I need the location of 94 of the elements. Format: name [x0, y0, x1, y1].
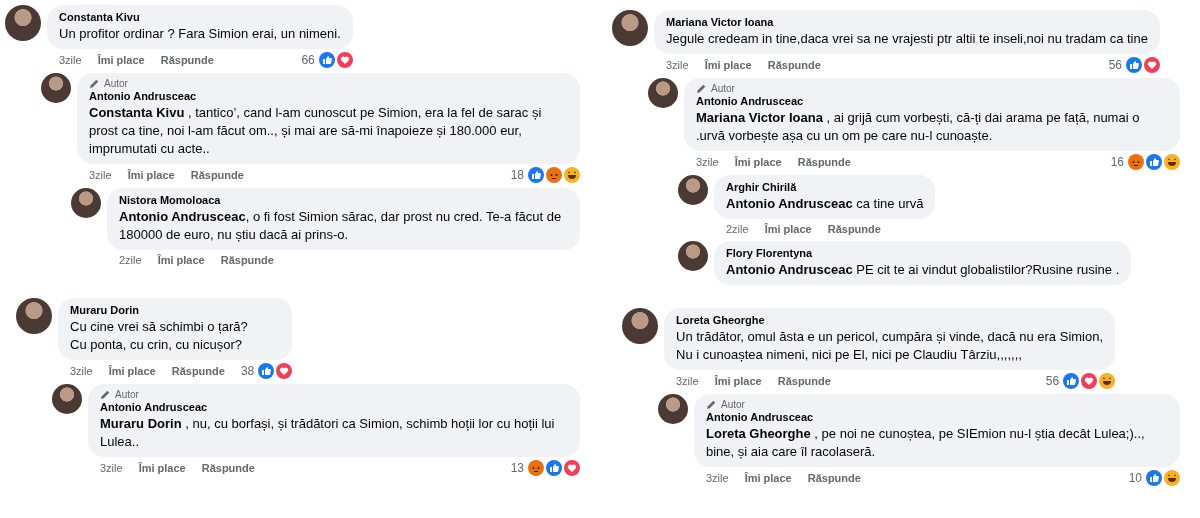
like-icon: [546, 460, 562, 476]
like-link[interactable]: Îmi place: [97, 53, 145, 67]
comment-text: Constanta Kivu , tantico’, cand l-am cunoscut pe Simion, era la fel de sarac și prost ca tine, noi l-am făcut om.., și mai are să-mi înapoieze și 180.000 eur, imprumutati cu acte..: [89, 104, 543, 158]
avatar[interactable]: [648, 78, 678, 108]
reaction-count[interactable]: 66: [301, 53, 315, 67]
author-name[interactable]: Antonio Andrusceac: [89, 89, 568, 104]
like-icon: [258, 363, 275, 379]
comment-time[interactable]: 3zile: [666, 58, 689, 72]
avatar[interactable]: [678, 241, 708, 271]
like-link[interactable]: Îmi place: [704, 58, 752, 72]
reaction-count[interactable]: 56: [1045, 374, 1060, 388]
like-link[interactable]: Îmi place: [127, 168, 175, 182]
reply-link[interactable]: Răspunde: [807, 471, 861, 485]
comment-time[interactable]: 3zile: [59, 53, 82, 67]
comment-time[interactable]: 3zile: [696, 155, 719, 169]
laughing-face-icon: [1164, 154, 1180, 170]
author-name[interactable]: Antonio Andrusceac: [100, 400, 568, 415]
angry-face-icon: [546, 167, 562, 183]
like-icon: [1146, 154, 1162, 170]
reply-link[interactable]: Răspunde: [220, 253, 274, 267]
avatar[interactable]: [41, 73, 71, 103]
author-name[interactable]: Flory Florentyna: [726, 246, 1120, 261]
avatar[interactable]: [612, 10, 648, 46]
comment-text: Mariana Victor Ioana , ai grijă cum vorbești, că-ți dai arama pe față, numai o .urvă vorbește așa cu un om pe care nu-l cunoaște.: [696, 109, 1141, 145]
avatar[interactable]: [5, 5, 41, 41]
like-link[interactable]: Îmi place: [138, 461, 186, 475]
like-link[interactable]: Îmi place: [157, 253, 205, 267]
reply-link[interactable]: Răspunde: [777, 374, 831, 388]
comment-time[interactable]: 3zile: [89, 168, 112, 182]
like-link[interactable]: Îmi place: [108, 364, 156, 378]
like-icon: [1146, 470, 1162, 486]
comment-text: Jegule credeam in tine,daca vrei sa ne vrajesti ptr altii te inseli,noi nu tradam ca tine: [666, 30, 1148, 48]
angry-face-icon: [1128, 154, 1144, 170]
reply-link[interactable]: Răspunde: [190, 168, 244, 182]
comment-text: Antonio Andrusceac ca tine urvă: [726, 195, 924, 213]
reply-link[interactable]: Răspunde: [767, 58, 821, 72]
reaction-count[interactable]: 18: [510, 168, 524, 182]
comment-time[interactable]: 2zile: [726, 222, 749, 236]
like-link[interactable]: Îmi place: [744, 471, 792, 485]
angry-face-icon: [528, 460, 544, 476]
author-name[interactable]: Loreta Gheorghe: [676, 313, 1104, 328]
comment-time[interactable]: 3zile: [100, 461, 123, 475]
author-name[interactable]: Nistora Momoloaca: [119, 193, 568, 208]
author-label: Autor: [115, 389, 139, 400]
pencil-icon: [696, 83, 707, 94]
like-link[interactable]: Îmi place: [734, 155, 782, 169]
author-label: Autor: [104, 78, 128, 89]
comment-time[interactable]: 2zile: [119, 253, 142, 267]
reaction-count[interactable]: 56: [1108, 58, 1122, 72]
comment-text: Cu cine vrei să schimbi o țară? Cu ponta, cu crin, cu nicușor?: [70, 318, 249, 354]
like-link[interactable]: Îmi place: [714, 374, 762, 388]
laughing-face-icon: [1099, 373, 1116, 389]
reply-link[interactable]: Răspunde: [160, 53, 214, 67]
author-label: Autor: [711, 83, 735, 94]
author-name[interactable]: Antonio Andrusceac: [706, 410, 1168, 425]
comment-text: Muraru Dorin , nu, cu borfași, și trădători ca Simion, schimb hoții lor cu hoții lui Lulea..: [100, 415, 556, 451]
comment-text: Antonio Andrusceac PE cit te ai vindut globalistilor?Rusine rusine .: [726, 261, 1120, 279]
reaction-count[interactable]: 13: [510, 461, 524, 475]
comment-text: Loreta Gheorghe , pe noi ne cunoștea, pe SIEmion nu-l știa decât Lulea;).., bine, și aia care îl racolaseră.: [706, 425, 1146, 461]
avatar[interactable]: [16, 298, 52, 334]
avatar[interactable]: [71, 188, 101, 218]
like-icon: [318, 52, 335, 68]
laughing-face-icon: [564, 167, 580, 183]
reaction-count[interactable]: 16: [1110, 155, 1124, 169]
author-name[interactable]: Antonio Andrusceac: [696, 94, 1168, 109]
author-name[interactable]: Constanta Kivu: [59, 10, 341, 25]
avatar[interactable]: [52, 384, 82, 414]
avatar[interactable]: [658, 394, 688, 424]
author-label: Autor: [721, 399, 745, 410]
like-icon: [1063, 373, 1080, 389]
reply-link[interactable]: Răspunde: [827, 222, 881, 236]
like-icon: [1126, 57, 1142, 73]
comment-text: Antonio Andrusceac, o fi fost Simion sărac, dar prost nu cred. Te-a făcut de 180000 de euro, nu știu dacă ai prins-o.: [119, 208, 563, 244]
comment-text: Un profitor ordinar ? Fara Simion erai, un nimeni.: [59, 25, 341, 43]
author-name[interactable]: Arghir Chirilă: [726, 180, 924, 195]
reply-link[interactable]: Răspunde: [171, 364, 225, 378]
pencil-icon: [100, 389, 111, 400]
comment-time[interactable]: 3zile: [706, 471, 729, 485]
like-link[interactable]: Îmi place: [764, 222, 812, 236]
comment-time[interactable]: 3zile: [676, 374, 699, 388]
comment-time[interactable]: 3zile: [70, 364, 93, 378]
avatar[interactable]: [678, 175, 708, 205]
reaction-count[interactable]: 38: [240, 364, 255, 378]
reply-link[interactable]: Răspunde: [201, 461, 255, 475]
author-name[interactable]: Muraru Dorin: [70, 303, 281, 318]
pencil-icon: [89, 78, 100, 89]
avatar[interactable]: [622, 308, 658, 344]
pencil-icon: [706, 399, 717, 410]
reply-link[interactable]: Răspunde: [797, 155, 851, 169]
reaction-count[interactable]: 10: [1128, 471, 1142, 485]
comment-text: Un trădător, omul ăsta e un pericol, cumpăra și vinde, dacă nu era Simion, Nu i cunoaștea nimeni, nici pe El, nici pe Claudiu Târziu,,,,,,,: [676, 328, 1104, 364]
author-name[interactable]: Mariana Victor Ioana: [666, 15, 1148, 30]
laughing-face-icon: [1164, 470, 1180, 486]
like-icon: [528, 167, 544, 183]
